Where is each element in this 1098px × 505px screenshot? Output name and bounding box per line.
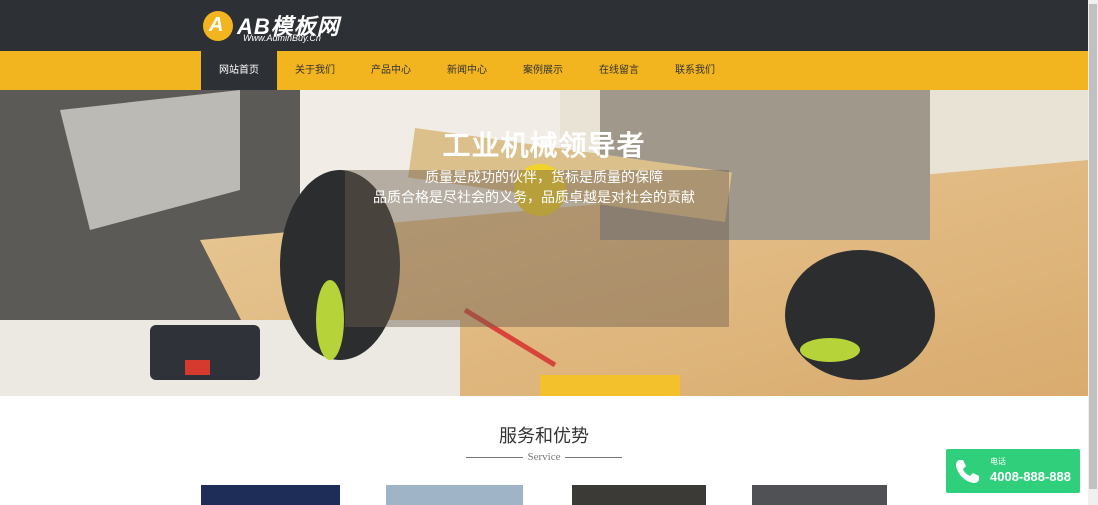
service-section-title: 服务和优势 <box>499 426 589 447</box>
service-divider-right <box>565 457 622 458</box>
nav-home[interactable]: 网站首页 <box>201 51 277 90</box>
phone-float-widget[interactable]: 电话 4008-888-888 <box>946 449 1080 493</box>
logo-badge-icon: A <box>203 11 233 41</box>
nav-message[interactable]: 在线留言 <box>581 51 657 90</box>
service-thumbnail[interactable] <box>201 485 340 505</box>
nav-about[interactable]: 关于我们 <box>277 51 353 90</box>
phone-number: 4008-888-888 <box>990 469 1071 484</box>
phone-icon <box>956 460 979 483</box>
hero-title: 工业机械领导者 <box>442 129 646 162</box>
hero-tagline-2: 品质合格是尽社会的义务，品质卓越是对社会的贡献 <box>373 190 695 206</box>
phone-label: 电话 <box>990 457 1006 466</box>
service-section-subtitle: Service <box>527 451 561 463</box>
nav-cases[interactable]: 案例展示 <box>505 51 581 90</box>
nav-contact[interactable]: 联系我们 <box>657 51 733 90</box>
header-bar: A AB模板网 Www.AdminBuy.Cn <box>0 0 1088 51</box>
hero-tagline-1: 质量是成功的伙伴，货标是质量的保障 <box>425 170 663 186</box>
service-thumbnail[interactable] <box>386 485 523 505</box>
nav-products[interactable]: 产品中心 <box>353 51 429 90</box>
nav-news[interactable]: 新闻中心 <box>429 51 505 90</box>
scrollbar-thumb[interactable] <box>1089 4 1097 489</box>
logo-badge-letter: A <box>209 14 224 36</box>
logo-subtitle: Www.AdminBuy.Cn <box>243 33 321 43</box>
service-thumbnail[interactable] <box>752 485 887 505</box>
main-navigation: 网站首页 关于我们 产品中心 新闻中心 案例展示 在线留言 联系我们 <box>0 51 1088 90</box>
service-thumbnail[interactable] <box>572 485 706 505</box>
